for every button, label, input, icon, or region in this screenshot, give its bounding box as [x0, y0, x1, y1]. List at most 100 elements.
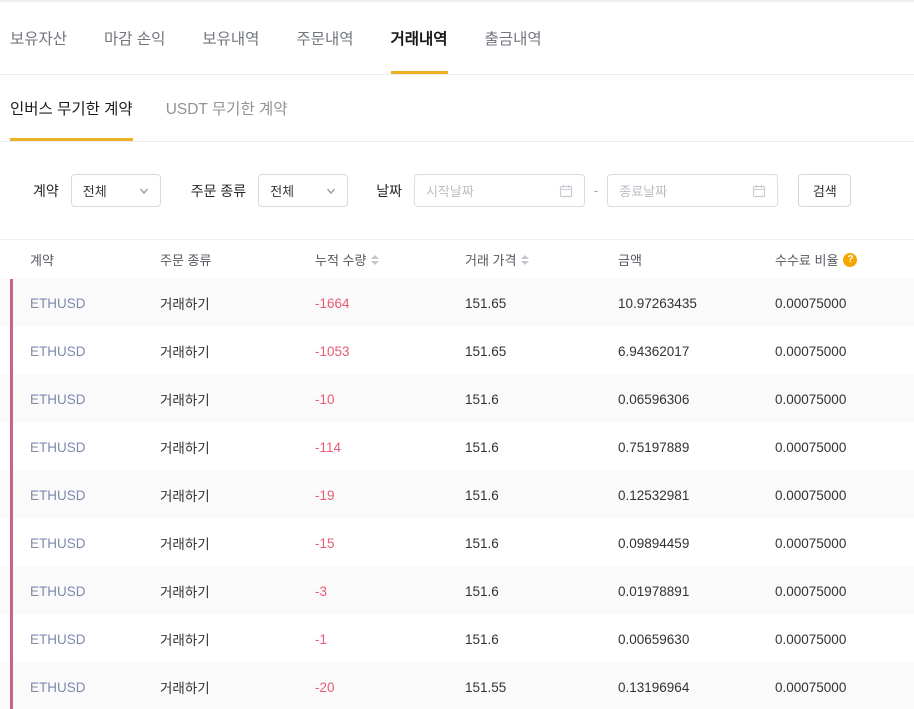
- col-header-filled-qty: 누적 수량: [315, 250, 465, 269]
- date-range-separator: -: [593, 183, 599, 198]
- sort-icon[interactable]: [371, 254, 380, 265]
- cell-fee-rate: 0.00075000: [775, 583, 847, 599]
- cell-trade-price: 151.6: [465, 439, 499, 455]
- cell-amount: 0.12532981: [618, 487, 690, 503]
- order-type-select-value: 전체: [270, 184, 295, 199]
- cell-amount: 6.94362017: [618, 343, 690, 359]
- cell-trade-price: 151.6: [465, 583, 499, 599]
- date-filter-label: 날짜: [376, 182, 402, 199]
- cell-filled-qty: -114: [315, 439, 342, 455]
- cell-order-type: 거래하기: [160, 681, 210, 696]
- table-row[interactable]: ETHUSD 거래하기 -20 151.55 0.13196964 0.0007…: [0, 663, 914, 709]
- col-header-trade-price: 거래 가격: [465, 250, 618, 269]
- cell-filled-qty: -10: [315, 391, 335, 407]
- tab-withdrawals[interactable]: 출금내역: [485, 2, 542, 74]
- cell-order-type: 거래하기: [160, 489, 210, 504]
- start-date-placeholder: 시작날짜: [425, 184, 474, 199]
- cell-filled-qty: -1: [315, 631, 328, 647]
- table-row[interactable]: ETHUSD 거래하기 -1664 151.65 10.97263435 0.0…: [0, 279, 914, 327]
- contract-filter-label: 계약: [33, 182, 59, 199]
- cell-trade-price: 151.55: [465, 679, 507, 695]
- cell-amount: 0.09894459: [618, 535, 690, 551]
- col-header-fee-rate: 수수료 비율 ?: [775, 250, 884, 269]
- table-body: ETHUSD 거래하기 -1664 151.65 10.97263435 0.0…: [0, 279, 914, 709]
- cell-contract: ETHUSD: [30, 535, 86, 551]
- calendar-icon: [753, 184, 766, 197]
- contract-select-value: 전체: [82, 184, 107, 199]
- end-date-input[interactable]: 종료날짜: [607, 174, 779, 207]
- cell-filled-qty: -15: [315, 535, 335, 551]
- cell-amount: 0.06596306: [618, 391, 690, 407]
- cell-contract: ETHUSD: [30, 343, 86, 359]
- cell-order-type: 거래하기: [160, 393, 210, 408]
- contract-select[interactable]: 전체: [70, 174, 161, 207]
- cell-trade-price: 151.6: [465, 391, 499, 407]
- cell-order-type: 거래하기: [160, 585, 210, 600]
- cell-order-type: 거래하기: [160, 297, 210, 312]
- cell-contract: ETHUSD: [30, 295, 86, 311]
- cell-trade-price: 151.65: [465, 295, 507, 311]
- table-row[interactable]: ETHUSD 거래하기 -1 151.6 0.00659630 0.000750…: [0, 615, 914, 663]
- start-date-input[interactable]: 시작날짜: [413, 174, 585, 207]
- col-header-amount: 금액: [618, 253, 642, 268]
- tab-assets[interactable]: 보유자산: [10, 2, 67, 74]
- cell-fee-rate: 0.00075000: [775, 343, 847, 359]
- cell-contract: ETHUSD: [30, 439, 86, 455]
- cell-contract: ETHUSD: [30, 583, 86, 599]
- cell-trade-price: 151.6: [465, 631, 499, 647]
- chevron-down-icon: [139, 188, 148, 194]
- tab-order-history[interactable]: 주문내역: [296, 2, 353, 74]
- cell-trade-price: 151.6: [465, 535, 499, 551]
- cell-amount: 10.97263435: [618, 295, 697, 311]
- cell-trade-price: 151.6: [465, 487, 499, 503]
- cell-fee-rate: 0.00075000: [775, 679, 847, 695]
- tab-positions[interactable]: 보유내역: [202, 2, 259, 74]
- subtab-usdt-perpetual[interactable]: USDT 무기한 계약: [166, 75, 288, 141]
- table-row[interactable]: ETHUSD 거래하기 -114 151.6 0.75197889 0.0007…: [0, 423, 914, 471]
- cell-order-type: 거래하기: [160, 537, 210, 552]
- table-header-row: 계약 주문 종류 누적 수량 거래 가격 금액 수수료 비율 ?: [0, 240, 914, 279]
- trade-history-page: 보유자산 마감 손익 보유내역 주문내역 거래내역 출금내역 인버스 무기한 계…: [0, 0, 914, 709]
- cell-filled-qty: -1664: [315, 295, 350, 311]
- calendar-icon: [559, 184, 573, 197]
- cell-filled-qty: -1053: [315, 343, 350, 359]
- cell-fee-rate: 0.00075000: [775, 631, 847, 647]
- filter-bar: 계약 전체 주문 종류 전체 날짜 시작날짜 - 종료날짜 검색: [0, 142, 914, 239]
- help-icon[interactable]: ?: [843, 252, 858, 267]
- cell-order-type: 거래하기: [160, 633, 210, 648]
- cell-contract: ETHUSD: [30, 679, 86, 695]
- order-type-filter-label: 주문 종류: [190, 182, 247, 199]
- table-row[interactable]: ETHUSD 거래하기 -15 151.6 0.09894459 0.00075…: [0, 519, 914, 567]
- cell-amount: 0.00659630: [618, 631, 690, 647]
- order-type-select[interactable]: 전체: [258, 174, 349, 207]
- col-header-contract: 계약: [30, 253, 54, 268]
- cell-amount: 0.75197889: [618, 439, 690, 455]
- cell-fee-rate: 0.00075000: [775, 535, 847, 551]
- primary-tab-bar: 보유자산 마감 손익 보유내역 주문내역 거래내역 출금내역: [0, 0, 914, 75]
- tab-trade-history[interactable]: 거래내역: [390, 2, 448, 74]
- cell-fee-rate: 0.00075000: [775, 391, 847, 407]
- cell-filled-qty: -20: [315, 679, 335, 695]
- cell-contract: ETHUSD: [30, 391, 86, 407]
- cell-filled-qty: -19: [315, 487, 335, 503]
- cell-contract: ETHUSD: [30, 631, 86, 647]
- end-date-placeholder: 종료날짜: [619, 184, 668, 199]
- search-button[interactable]: 검색: [798, 174, 852, 207]
- table-row[interactable]: ETHUSD 거래하기 -3 151.6 0.01978891 0.000750…: [0, 567, 914, 615]
- tab-closed-pnl[interactable]: 마감 손익: [104, 2, 165, 74]
- cell-order-type: 거래하기: [160, 345, 210, 360]
- table-row[interactable]: ETHUSD 거래하기 -10 151.6 0.06596306 0.00075…: [0, 375, 914, 423]
- trade-history-table: 계약 주문 종류 누적 수량 거래 가격 금액 수수료 비율 ? ETHUSD: [0, 239, 914, 709]
- table-row[interactable]: ETHUSD 거래하기 -1053 151.65 6.94362017 0.00…: [0, 327, 914, 375]
- cell-order-type: 거래하기: [160, 441, 210, 456]
- chevron-down-icon: [327, 188, 336, 194]
- cell-fee-rate: 0.00075000: [775, 487, 847, 503]
- table-edge-stripe: [10, 279, 13, 709]
- sort-icon[interactable]: [521, 254, 530, 265]
- subtab-inverse-perpetual[interactable]: 인버스 무기한 계약: [10, 75, 133, 141]
- table-row[interactable]: ETHUSD 거래하기 -19 151.6 0.12532981 0.00075…: [0, 471, 914, 519]
- col-header-order-type: 주문 종류: [160, 253, 212, 268]
- cell-trade-price: 151.65: [465, 343, 507, 359]
- cell-filled-qty: -3: [315, 583, 328, 599]
- cell-contract: ETHUSD: [30, 487, 86, 503]
